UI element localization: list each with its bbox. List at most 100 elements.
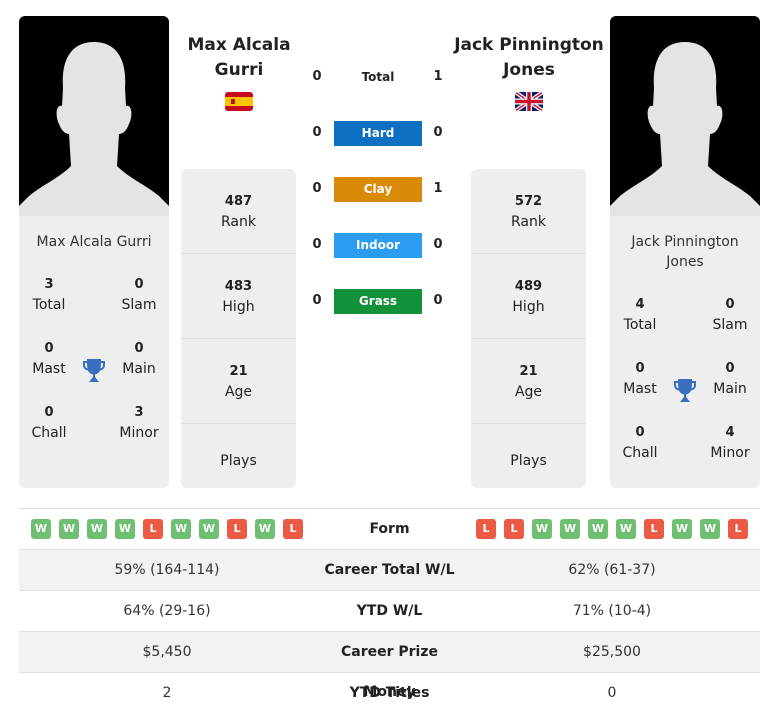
uk-flag-icon xyxy=(515,92,543,111)
h2h-row-grass: 0 Grass 0 xyxy=(300,288,460,316)
titles-main-value: 0 xyxy=(725,361,735,376)
titles-mast-value: 0 xyxy=(635,361,645,376)
left-value: 59% (164-114) xyxy=(114,562,220,578)
stat-high-label: High xyxy=(222,299,255,315)
stat-age-value: 21 xyxy=(519,364,538,379)
row-label: Career Total W/L xyxy=(324,562,455,578)
player-right-form: LLWWWWLWWL xyxy=(476,519,748,539)
form-loss-badge: L xyxy=(476,519,496,539)
stat-age-label: Age xyxy=(514,384,543,400)
player-left-photo xyxy=(19,16,169,216)
form-win-badge: W xyxy=(115,519,135,539)
titles-slam-label: Slam xyxy=(121,297,157,313)
titles-main: 0 Main xyxy=(700,360,760,400)
stat-age-label: Age xyxy=(224,384,253,400)
titles-main-label: Main xyxy=(713,381,747,397)
h2h-row-clay: 0 Clay 1 xyxy=(300,176,460,204)
h2h-right-value: 1 xyxy=(433,181,443,196)
form-win-badge: W xyxy=(59,519,79,539)
table-row: 59% (164-114) Career Total W/L 62% (61-3… xyxy=(19,550,760,591)
h2h-right-value: 0 xyxy=(433,237,443,252)
titles-slam-value: 0 xyxy=(725,297,735,312)
player-left-form: WWWWLWWLWL xyxy=(31,519,303,539)
avatar-silhouette-icon xyxy=(19,42,169,216)
stat-plays-label: Plays xyxy=(220,453,257,469)
h2h-label-total: Total xyxy=(361,70,395,84)
player-right-name[interactable]: Jack Pinnington Jones xyxy=(454,33,604,83)
stat-rank-label: Rank xyxy=(221,214,256,230)
player-right-card-name: Jack Pinnington Jones xyxy=(631,234,739,270)
stat-high: 483 High xyxy=(181,254,296,339)
form-win-badge: W xyxy=(700,519,720,539)
form-loss-badge: L xyxy=(728,519,748,539)
titles-mast-label: Mast xyxy=(623,381,657,397)
h2h-row-total: 0 Total 1 xyxy=(300,64,460,92)
form-win-badge: W xyxy=(87,519,107,539)
titles-minor-label: Minor xyxy=(710,445,750,461)
stat-rank-value: 572 xyxy=(514,194,543,209)
titles-total-value: 4 xyxy=(635,297,645,312)
h2h-left-value: 0 xyxy=(312,125,322,140)
titles-chall-label: Chall xyxy=(622,445,658,461)
titles-main: 0 Main xyxy=(109,340,169,380)
right-value: 62% (61-37) xyxy=(568,562,656,578)
titles-main-label: Main xyxy=(122,361,156,377)
form-win-badge: W xyxy=(31,519,51,539)
right-value: $25,500 xyxy=(583,644,641,660)
form-loss-badge: L xyxy=(143,519,163,539)
surface-badge-indoor: Indoor xyxy=(334,233,422,258)
titles-mast: 0 Mast xyxy=(610,360,670,400)
form-row: WWWWLWWLWL Form LLWWWWLWWL xyxy=(19,509,760,550)
form-win-badge: W xyxy=(171,519,191,539)
left-value: $5,450 xyxy=(142,644,192,660)
form-loss-badge: L xyxy=(227,519,247,539)
stat-rank: 572 Rank xyxy=(471,169,586,254)
h2h-left-value: 0 xyxy=(312,237,322,252)
h2h-left-value: 0 xyxy=(312,181,322,196)
h2h-right-value: 0 xyxy=(433,125,443,140)
player-right-card: Jack Pinnington Jones 4 Total 0 Slam 0 M… xyxy=(610,216,760,488)
titles-minor: 3 Minor xyxy=(109,404,169,444)
titles-total: 4 Total xyxy=(610,296,670,336)
stat-rank-label: Rank xyxy=(511,214,546,230)
form-win-badge: W xyxy=(560,519,580,539)
titles-mast-label: Mast xyxy=(32,361,66,377)
stat-rank-value: 487 xyxy=(224,194,253,209)
player-right-stats: 572 Rank 489 High 21 Age Plays xyxy=(471,169,586,488)
form-win-badge: W xyxy=(616,519,636,539)
form-win-badge: W xyxy=(199,519,219,539)
titles-main-value: 0 xyxy=(134,341,144,356)
titles-mast: 0 Mast xyxy=(19,340,79,380)
stat-age: 21 Age xyxy=(471,339,586,424)
left-value: 2 xyxy=(162,685,172,701)
stat-rank: 487 Rank xyxy=(181,169,296,254)
form-label: Form xyxy=(369,521,410,537)
player-left-name[interactable]: Max Alcala Gurri xyxy=(164,33,314,83)
titles-chall: 0 Chall xyxy=(610,424,670,464)
table-row: $5,450 Career Prize Money $25,500 xyxy=(19,632,760,700)
form-loss-badge: L xyxy=(644,519,664,539)
form-win-badge: W xyxy=(672,519,692,539)
titles-slam-value: 0 xyxy=(134,277,144,292)
titles-slam: 0 Slam xyxy=(700,296,760,336)
titles-total-value: 3 xyxy=(44,277,54,292)
h2h-row-hard: 0 Hard 0 xyxy=(300,120,460,148)
spain-flag-icon xyxy=(225,92,253,111)
titles-slam: 0 Slam xyxy=(109,276,169,316)
surface-badge-clay: Clay xyxy=(334,177,422,202)
titles-chall-label: Chall xyxy=(31,425,67,441)
h2h-right-value: 0 xyxy=(433,293,443,308)
titles-mast-value: 0 xyxy=(44,341,54,356)
form-loss-badge: L xyxy=(283,519,303,539)
titles-minor-label: Minor xyxy=(119,425,159,441)
stat-high: 489 High xyxy=(471,254,586,339)
titles-minor-value: 4 xyxy=(725,425,735,440)
surface-badge-grass: Grass xyxy=(334,289,422,314)
table-row: 64% (29-16) YTD W/L 71% (10-4) xyxy=(19,591,760,632)
player-left-card-name: Max Alcala Gurri xyxy=(36,234,152,250)
form-win-badge: W xyxy=(588,519,608,539)
h2h-left-value: 0 xyxy=(312,69,322,84)
stat-plays: Plays xyxy=(471,424,586,488)
form-loss-badge: L xyxy=(504,519,524,539)
form-win-badge: W xyxy=(532,519,552,539)
